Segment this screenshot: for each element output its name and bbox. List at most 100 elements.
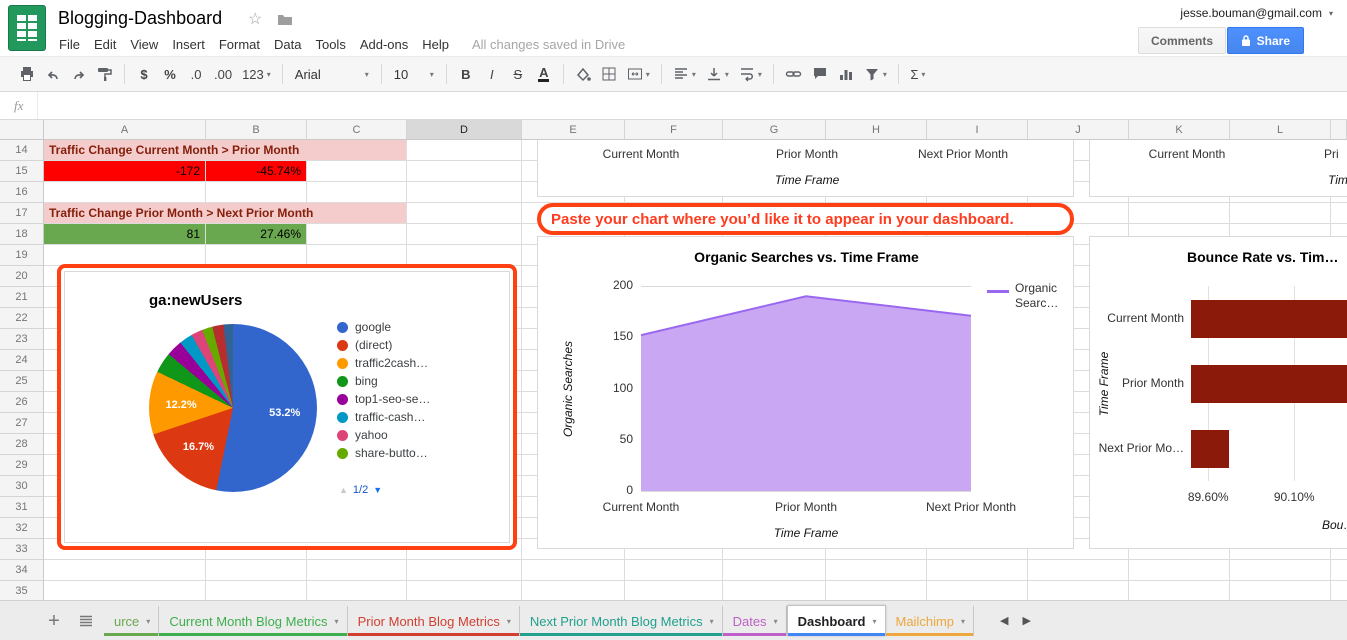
- sheet-tab-dates[interactable]: Dates ▾: [722, 606, 787, 636]
- save-status[interactable]: All changes saved in Drive: [472, 37, 625, 52]
- column-header-h[interactable]: H: [826, 120, 927, 140]
- row-header-30[interactable]: 30: [0, 476, 44, 497]
- move-to-folder-icon[interactable]: [277, 13, 293, 31]
- menu-data[interactable]: Data: [267, 35, 308, 54]
- increase-decimals-button[interactable]: .00: [211, 62, 235, 86]
- vertical-align-button[interactable]: ▾: [703, 62, 732, 86]
- tab-dropdown-icon[interactable]: ▾: [774, 617, 778, 626]
- menu-add-ons[interactable]: Add-ons: [353, 35, 415, 54]
- fragment-top-right[interactable]: Current Month Pri Tim: [1089, 140, 1347, 197]
- column-header-f[interactable]: F: [625, 120, 723, 140]
- row-header-35[interactable]: 35: [0, 581, 44, 602]
- tabs-scroll-left-button[interactable]: ◀: [1000, 614, 1008, 627]
- row-header-18[interactable]: 18: [0, 224, 44, 245]
- account-email[interactable]: jesse.bouman@gmail.com ▾: [1180, 6, 1333, 20]
- column-header-i[interactable]: I: [927, 120, 1028, 140]
- menu-format[interactable]: Format: [212, 35, 267, 54]
- row-header-24[interactable]: 24: [0, 350, 44, 371]
- column-header-d[interactable]: D: [407, 120, 522, 140]
- add-sheet-button[interactable]: +: [40, 607, 68, 635]
- legend-item-share-butto[interactable]: share-butto…: [337, 446, 428, 460]
- sheet-tab-prior-month-blog-metrics[interactable]: Prior Month Blog Metrics ▾: [347, 606, 520, 636]
- tab-dropdown-icon[interactable]: ▾: [961, 617, 965, 626]
- cell-b18[interactable]: 27.46%: [206, 224, 306, 244]
- insert-comment-button[interactable]: [809, 62, 831, 86]
- cell-b15[interactable]: -45.74%: [206, 161, 306, 181]
- row-header-29[interactable]: 29: [0, 455, 44, 476]
- paint-format-button[interactable]: [94, 62, 116, 86]
- text-color-button[interactable]: A: [533, 62, 555, 86]
- row-header-31[interactable]: 31: [0, 497, 44, 518]
- sheet-tab-next-prior-month-blog-metrics[interactable]: Next Prior Month Blog Metrics ▾: [519, 606, 723, 636]
- insert-chart-button[interactable]: [835, 62, 857, 86]
- font-family-select[interactable]: Arial ▾: [289, 62, 375, 86]
- tab-dropdown-icon[interactable]: ▾: [146, 617, 150, 626]
- row-header-19[interactable]: 19: [0, 245, 44, 266]
- sheet-tab-current-month-blog-metrics[interactable]: Current Month Blog Metrics ▾: [159, 606, 348, 636]
- select-all-corner[interactable]: [0, 120, 44, 140]
- share-button[interactable]: Share: [1226, 27, 1304, 54]
- tab-dropdown-icon[interactable]: ▾: [507, 617, 511, 626]
- fragment-top-middle[interactable]: Current Month Prior Month Next Prior Month…: [537, 140, 1074, 197]
- row-header-16[interactable]: 16: [0, 182, 44, 203]
- column-header-c[interactable]: C: [307, 120, 407, 140]
- bold-button[interactable]: B: [455, 62, 477, 86]
- row-header-22[interactable]: 22: [0, 308, 44, 329]
- filter-button[interactable]: ▾: [861, 62, 890, 86]
- all-sheets-button[interactable]: [72, 607, 100, 635]
- menu-tools[interactable]: Tools: [308, 35, 352, 54]
- sheets-logo-icon[interactable]: [8, 5, 46, 51]
- legend-item-direct[interactable]: (direct): [337, 338, 392, 352]
- column-header-g[interactable]: G: [723, 120, 826, 140]
- row-header-32[interactable]: 32: [0, 518, 44, 539]
- bar-prior-month[interactable]: [1191, 364, 1347, 403]
- row-header-21[interactable]: 21: [0, 287, 44, 308]
- cell-a15[interactable]: -172: [44, 161, 205, 181]
- legend-item-traffic-cash[interactable]: traffic-cash…: [337, 410, 425, 424]
- star-icon[interactable]: ☆: [248, 9, 262, 29]
- decrease-decimals-button[interactable]: .0: [185, 62, 207, 86]
- bar-next-prior-mo[interactable]: [1191, 429, 1229, 468]
- row-header-34[interactable]: 34: [0, 560, 44, 581]
- legend-item-google[interactable]: google: [337, 320, 391, 334]
- sheet-tab-mailchimp[interactable]: Mailchimp ▾: [885, 606, 975, 636]
- organic-searches-area[interactable]: Organic Searches vs. Time Frame 0 50 100 150…: [537, 236, 1074, 549]
- tab-dropdown-icon[interactable]: ▾: [872, 617, 876, 626]
- menu-view[interactable]: View: [123, 35, 165, 54]
- legend-item-top1-seo-se[interactable]: top1-seo-se…: [337, 392, 430, 406]
- row-header-26[interactable]: 26: [0, 392, 44, 413]
- tab-dropdown-icon[interactable]: ▾: [335, 617, 339, 626]
- legend-next-icon[interactable]: ▼: [373, 485, 382, 495]
- italic-button[interactable]: I: [481, 62, 503, 86]
- number-format-button[interactable]: 123 ▾: [239, 62, 274, 86]
- menu-help[interactable]: Help: [415, 35, 456, 54]
- menu-insert[interactable]: Insert: [165, 35, 212, 54]
- tabs-scroll-right-button[interactable]: ▶: [1023, 614, 1031, 627]
- column-header-a[interactable]: A: [44, 120, 206, 140]
- column-header-k[interactable]: K: [1129, 120, 1230, 140]
- bounce-rate-hbar[interactable]: Bounce Rate vs. Tim… 89.60% 90.10% Current …: [1089, 236, 1347, 549]
- sheet-tab-dashboard[interactable]: Dashboard ▾: [786, 605, 886, 636]
- legend-item-yahoo[interactable]: yahoo: [337, 428, 388, 442]
- row-header-14[interactable]: 14: [0, 140, 44, 161]
- currency-format-button[interactable]: $: [133, 62, 155, 86]
- undo-button[interactable]: [42, 62, 64, 86]
- legend-prev-icon[interactable]: ▲: [339, 485, 348, 495]
- row-header-23[interactable]: 23: [0, 329, 44, 350]
- menu-edit[interactable]: Edit: [87, 35, 123, 54]
- insert-link-button[interactable]: [782, 62, 805, 86]
- sheet-tab-urce[interactable]: urce ▾: [104, 606, 160, 636]
- bar-current-month[interactable]: [1191, 299, 1347, 338]
- legend-item-bing[interactable]: bing: [337, 374, 378, 388]
- merge-cells-button[interactable]: ▾: [624, 62, 653, 86]
- borders-button[interactable]: [598, 62, 620, 86]
- column-header-l[interactable]: L: [1230, 120, 1331, 140]
- text-wrap-button[interactable]: ▾: [736, 62, 765, 86]
- font-size-select[interactable]: 10 ▾: [388, 62, 440, 86]
- row-header-20[interactable]: 20: [0, 266, 44, 287]
- row-header-33[interactable]: 33: [0, 539, 44, 560]
- formula-input[interactable]: [37, 92, 1347, 119]
- row-header-28[interactable]: 28: [0, 434, 44, 455]
- comments-button[interactable]: Comments: [1137, 27, 1226, 54]
- column-header-j[interactable]: J: [1028, 120, 1129, 140]
